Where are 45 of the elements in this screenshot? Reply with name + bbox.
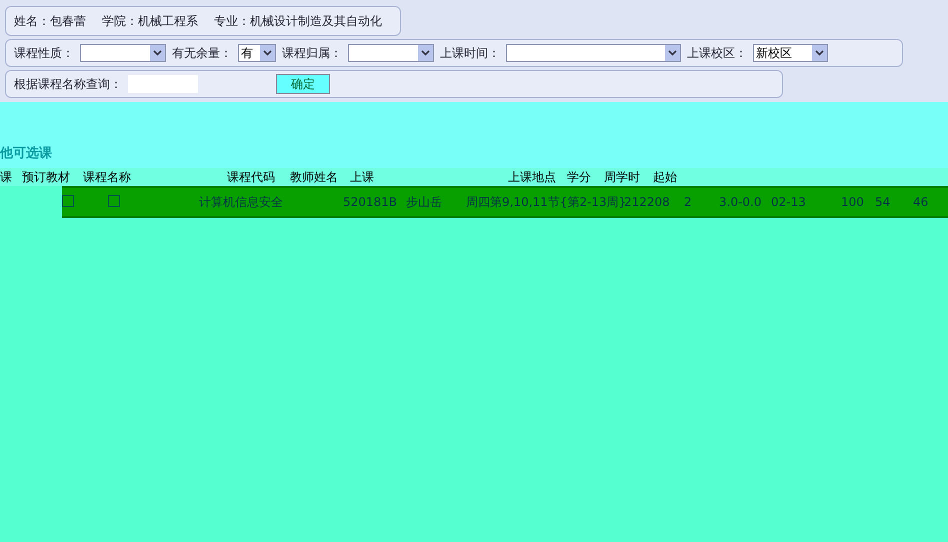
filter-dropdown[interactable]: [348, 44, 434, 62]
student-info-text: 姓名：包春蕾: [14, 12, 86, 30]
student-info-text: 学院：机械工程系: [102, 12, 198, 30]
checkbox[interactable]: [108, 194, 120, 206]
table-cell-text: 520181B: [343, 195, 398, 209]
table-cell-text: 步山岳: [406, 194, 443, 210]
table-row[interactable]: 计算机信息安全 520181B 步山岳 周四第9,10,11节{第2-13周}212208 2 3.0-0.0 02-13 100 54 46: [62, 186, 948, 218]
column-header: 课: [0, 168, 13, 186]
filter-dropdown[interactable]: 新校区: [753, 44, 828, 62]
filter-label: 上课时间：: [440, 44, 500, 62]
table-cell-text: 54: [875, 195, 892, 209]
student-info-text: 专业：机械设计制造及其自动化: [214, 12, 382, 30]
section-title: 他可选课: [0, 145, 52, 162]
table-cell-text: 46: [913, 195, 930, 209]
column-header: 课程代码: [227, 168, 276, 186]
column-header: 周学时: [604, 168, 641, 186]
table-cell-text: 3.0-0.0: [719, 195, 762, 209]
checkbox[interactable]: [62, 194, 74, 206]
column-header: 上课: [350, 168, 375, 186]
table-cell-text: 2: [684, 195, 693, 209]
filter-dropdown[interactable]: [506, 44, 681, 62]
table-cell-text: 100: [841, 195, 865, 209]
column-header: 学分: [567, 168, 592, 186]
column-header: 起始: [653, 168, 678, 186]
search-label: 根据课程名称查询：: [14, 76, 122, 92]
confirm-button[interactable]: 确定: [276, 74, 330, 94]
filter-dropdown[interactable]: 有: [238, 44, 276, 62]
table-cell-text: 02-13: [771, 195, 807, 209]
filter-label: 课程性质：: [14, 44, 74, 62]
chevron-down-icon: [260, 45, 275, 61]
filter-label: 上课校区：: [687, 44, 747, 62]
filter-dropdown[interactable]: [80, 44, 166, 62]
chevron-down-icon: [812, 45, 827, 61]
table-cell: 周四第9,10,11节{第2-13周}: [466, 194, 624, 210]
table-cell-text: 212208: [624, 195, 671, 209]
chevron-down-icon: [150, 45, 165, 61]
column-header: 预订教材: [22, 168, 71, 186]
column-header: 课程名称: [83, 168, 132, 186]
column-header: 教师姓名: [290, 168, 339, 186]
chevron-down-icon: [418, 45, 433, 61]
table-cell-text: 计算机信息安全: [199, 194, 284, 210]
filter-label: 有无余量：: [172, 44, 232, 62]
filter-label: 课程归属：: [282, 44, 342, 62]
column-header: 上课地点: [508, 168, 557, 186]
chevron-down-icon: [665, 45, 680, 61]
